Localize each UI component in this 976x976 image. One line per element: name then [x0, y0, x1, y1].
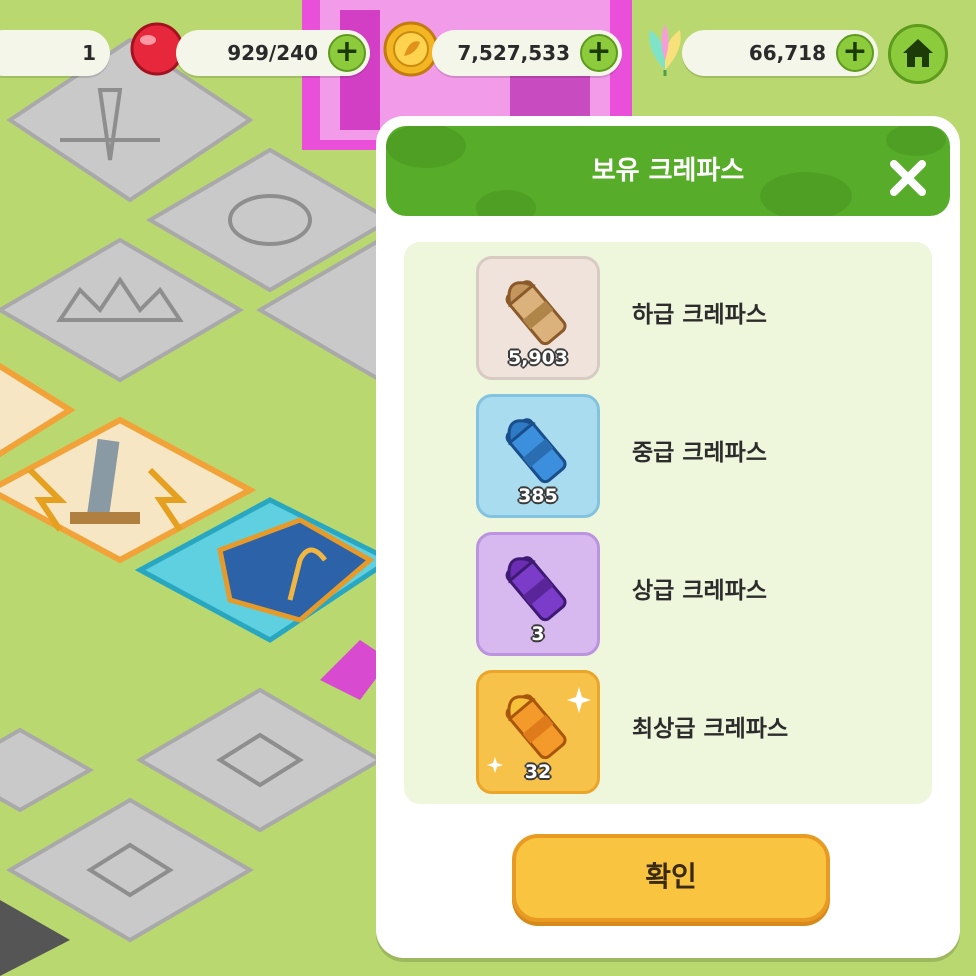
home-button[interactable]: [888, 24, 948, 84]
low-crayon-name: 하급 크레파스: [632, 302, 767, 328]
crystal-value: 66,718: [748, 41, 826, 65]
list-item-top-crayon: 32: [476, 670, 600, 794]
coin-value: 7,527,533: [457, 41, 570, 65]
list-item-low-crayon: 5,903: [476, 256, 600, 380]
confirm-button[interactable]: 확인: [512, 834, 830, 922]
jelly-counter: 929/240 +: [176, 30, 370, 76]
coin-counter: 7,527,533 +: [432, 30, 622, 76]
level-counter: 1: [0, 30, 110, 76]
jelly-value: 929/240: [227, 41, 318, 65]
level-value: 1: [82, 41, 96, 65]
dialog-header: 보유 크레파스: [386, 126, 950, 216]
list-item-high-crayon: 3: [476, 532, 600, 656]
confirm-label: 확인: [645, 860, 697, 893]
mid-crayon-name: 중급 크레파스: [632, 440, 767, 466]
close-icon[interactable]: [886, 156, 930, 200]
home-icon: [903, 39, 933, 67]
high-crayon-name: 상급 크레파스: [632, 578, 767, 604]
add-crystal-button[interactable]: +: [836, 34, 874, 72]
top-crayon-count: 32: [524, 761, 552, 783]
plus-icon: +: [842, 34, 868, 69]
high-crayon-count: 3: [531, 623, 545, 645]
list-item-mid-crayon: 385: [476, 394, 600, 518]
add-coin-button[interactable]: +: [580, 34, 618, 72]
mid-crayon-count: 385: [518, 485, 558, 507]
crayon-list: 5,903 하급 크레파스 385 중급 크레파스 3 상급 크레파스 32 최…: [404, 242, 932, 804]
crystal-counter: 66,718 +: [682, 30, 878, 76]
add-jelly-button[interactable]: +: [328, 34, 366, 72]
plus-icon: +: [334, 34, 360, 69]
low-crayon-count: 5,903: [507, 347, 569, 369]
crayon-inventory-dialog: 보유 크레파스 5,903 하급 크레파스 385 중급 크레파스 3 상급 크…: [376, 116, 960, 958]
dialog-title: 보유 크레파스: [591, 156, 745, 186]
top-crayon-name: 최상급 크레파스: [632, 716, 789, 742]
plus-icon: +: [586, 34, 612, 69]
